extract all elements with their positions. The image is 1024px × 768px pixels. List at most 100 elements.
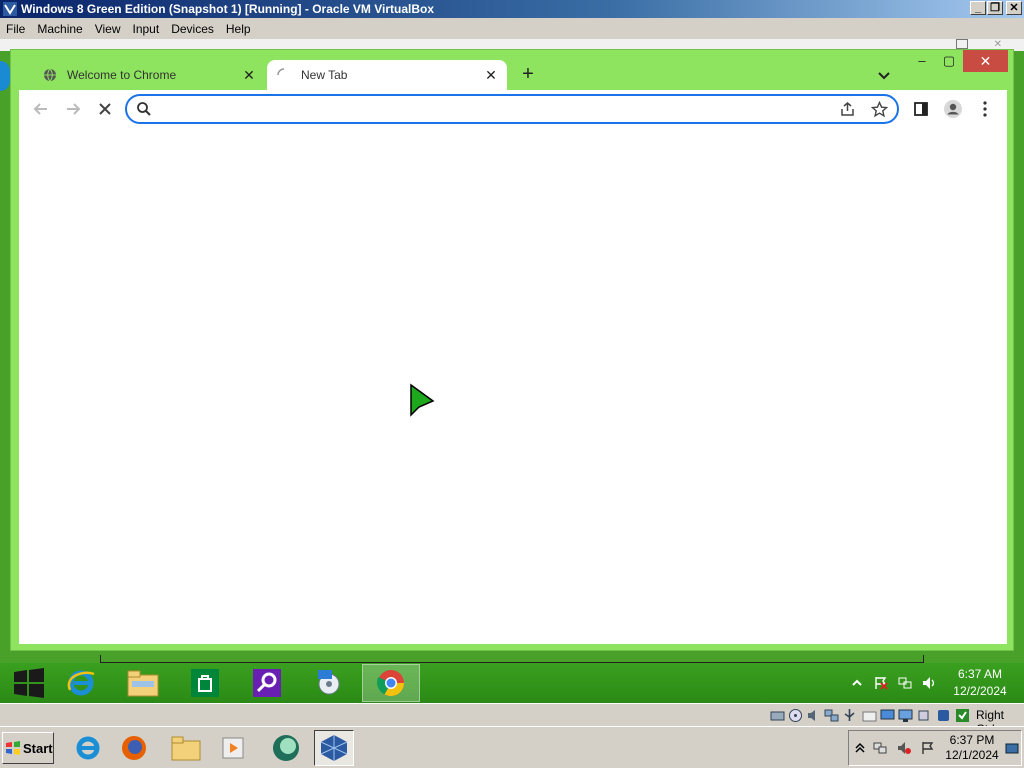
chrome-icon — [377, 670, 405, 697]
tab-close-icon[interactable]: ✕ — [483, 67, 499, 83]
host-explorer-button[interactable] — [166, 730, 206, 766]
stop-loading-icon[interactable] — [95, 99, 115, 119]
restore-icon — [956, 39, 968, 49]
store-icon — [191, 669, 219, 697]
host-app-button[interactable] — [266, 730, 306, 766]
tab-label: New Tab — [301, 68, 348, 82]
menu-dots-icon[interactable] — [975, 99, 995, 119]
new-tab-button[interactable]: + — [517, 64, 539, 86]
address-bar[interactable] — [125, 94, 899, 124]
media-center-icon — [318, 670, 340, 695]
tab-new-tab[interactable]: New Tab ✕ — [267, 60, 507, 90]
back-arrow-icon[interactable] — [31, 99, 51, 119]
display-icon[interactable] — [880, 708, 895, 723]
folder-icon — [127, 670, 159, 697]
shared-folders-icon[interactable] — [862, 708, 877, 723]
chrome-window: – ▢ ✕ Welcome to Chrome ✕ New Tab ✕ + — [10, 49, 1014, 651]
side-panel-icon[interactable] — [911, 99, 931, 119]
host-clock-date: 12/1/2024 — [945, 748, 999, 762]
guest-clock-time: 6:37 AM — [957, 667, 1003, 681]
network-icon[interactable] — [898, 676, 912, 690]
folder-icon — [171, 736, 201, 761]
internet-explorer-button[interactable] — [52, 664, 110, 702]
profile-avatar-icon[interactable] — [943, 99, 963, 119]
search-icon — [137, 102, 151, 116]
menu-view[interactable]: View — [89, 22, 127, 36]
app-icon — [273, 735, 299, 761]
chrome-maximize-button[interactable]: ▢ — [936, 50, 962, 72]
globe-icon — [44, 68, 56, 82]
restore-button[interactable]: ❐ — [987, 1, 1003, 15]
file-explorer-button[interactable] — [114, 664, 172, 702]
search-app-icon — [253, 669, 281, 697]
guest-taskbar: 6:37 AM 12/2/2024 — [0, 655, 1024, 703]
close-button[interactable]: ✕ — [1006, 1, 1022, 15]
mouse-integration-icon[interactable] — [955, 708, 970, 723]
bookmark-star-icon[interactable] — [871, 101, 888, 118]
loading-spinner-icon — [277, 68, 285, 76]
chevron-down-icon[interactable] — [875, 66, 893, 84]
network-adapter-icon[interactable] — [824, 708, 839, 723]
virtualization-icon[interactable] — [936, 708, 951, 723]
menu-file[interactable]: File — [0, 22, 31, 36]
host-virtualbox-button[interactable] — [314, 730, 354, 766]
host-tray: 6:37 PM 12/1/2024 — [848, 730, 1022, 766]
show-desktop-icon[interactable] — [1005, 743, 1019, 755]
action-center-flag-icon[interactable] — [874, 676, 888, 690]
chrome-minimize-button[interactable]: – — [909, 50, 935, 72]
network-icon[interactable] — [873, 741, 887, 755]
window-title: Windows 8 Green Edition (Snapshot 1) [Ru… — [21, 2, 435, 16]
host-firefox-button[interactable] — [114, 730, 154, 766]
volume-icon[interactable] — [922, 676, 936, 690]
store-button[interactable] — [176, 664, 234, 702]
media-button[interactable] — [300, 664, 358, 702]
search-app-button[interactable] — [238, 664, 296, 702]
volume-muted-icon[interactable] — [897, 741, 911, 755]
menu-input[interactable]: Input — [127, 22, 166, 36]
firefox-icon — [122, 736, 146, 760]
start-label: Start — [23, 740, 53, 756]
usb-icon[interactable] — [842, 708, 857, 723]
tab-welcome[interactable]: Welcome to Chrome ✕ — [33, 60, 265, 90]
action-center-flag-icon[interactable] — [921, 741, 935, 755]
media-player-icon — [222, 737, 244, 759]
hard-disk-icon[interactable] — [770, 708, 785, 723]
audio-icon[interactable] — [806, 708, 821, 723]
optical-drive-icon[interactable] — [788, 708, 803, 723]
show-hidden-icons-icon[interactable] — [853, 741, 867, 755]
windows-logo-button[interactable] — [0, 664, 58, 702]
tab-label: Welcome to Chrome — [67, 68, 177, 82]
start-button[interactable]: Start — [2, 732, 54, 764]
chrome-taskbar-button[interactable] — [362, 664, 420, 702]
page-content[interactable] — [19, 128, 1007, 644]
host-taskbar: Start 6:37 PM 12/1/2024 — [0, 726, 1024, 768]
menu-help[interactable]: Help — [220, 22, 257, 36]
menu-devices[interactable]: Devices — [165, 22, 220, 36]
host-clock[interactable]: 6:37 PM 12/1/2024 — [941, 733, 1003, 763]
vbox-statusbar: Right Ctrl — [0, 703, 1024, 736]
forward-arrow-icon[interactable] — [63, 99, 83, 119]
mouse-cursor-icon — [410, 383, 435, 417]
menu-machine[interactable]: Machine — [31, 22, 88, 36]
vbox-titlebar: Windows 8 Green Edition (Snapshot 1) [Ru… — [0, 0, 1024, 18]
guest-clock-date: 12/2/2024 — [953, 684, 1007, 698]
browser-toolbar — [19, 90, 1007, 128]
host-media-player-button[interactable] — [214, 730, 254, 766]
minimize-button[interactable]: _ — [970, 1, 986, 15]
guest-screen[interactable]: ✕ – ▢ ✕ Welcome to Chrome ✕ New Tab ✕ + — [0, 39, 1024, 703]
tab-close-icon[interactable]: ✕ — [241, 67, 257, 83]
internet-explorer-icon — [67, 670, 95, 696]
background-app-edge — [0, 61, 10, 91]
vbox-menubar: File Machine View Input Devices Help — [0, 18, 1024, 39]
host-clock-time: 6:37 PM — [949, 733, 995, 747]
chrome-close-button[interactable]: ✕ — [963, 50, 1008, 72]
windows-logo-icon — [14, 668, 44, 698]
show-hidden-icons-icon[interactable] — [850, 676, 864, 690]
address-input[interactable] — [157, 100, 817, 120]
cpu-icon[interactable] — [916, 708, 931, 723]
host-ie-button[interactable] — [68, 730, 108, 766]
windows-flag-icon — [6, 741, 20, 755]
video-capture-icon[interactable] — [898, 708, 913, 723]
guest-clock[interactable]: 6:37 AM 12/2/2024 — [940, 666, 1020, 700]
share-icon[interactable] — [839, 101, 856, 118]
